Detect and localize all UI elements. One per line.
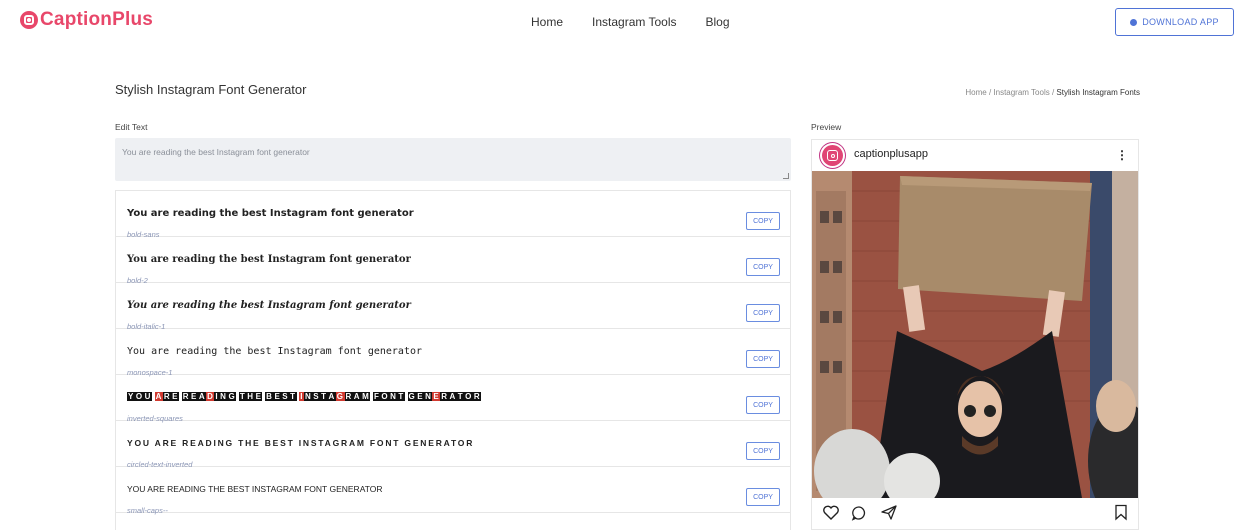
breadcrumb-current: Stylish Instagram Fonts (1056, 88, 1140, 97)
breadcrumb-home[interactable]: Home (965, 88, 986, 97)
nav-item-blog[interactable]: Blog (706, 15, 730, 29)
square-letter: R (181, 392, 191, 401)
square-letter: R (344, 392, 353, 401)
square-letter: R (162, 392, 172, 401)
resize-handle-icon[interactable] (783, 173, 789, 179)
square-letter: Y (127, 392, 135, 401)
font-result-row: You are reading the best Instagram font … (116, 283, 790, 331)
square-letter: G (407, 392, 417, 401)
post-username: captionplusapp (854, 148, 929, 160)
font-sample-text: You are reading the best Instagram font … (127, 208, 414, 219)
brand-name: CaptionPlus (40, 9, 154, 30)
square-letter: A (352, 392, 362, 401)
square-letter: A (154, 392, 163, 401)
font-result-row: You are reading the best Instagram font … (116, 191, 790, 239)
square-letter: T (397, 392, 405, 401)
font-sample-text: YOU ARE READING THE BEST INSTAGRAM FONT … (127, 438, 475, 448)
more-options-icon[interactable]: ⋮ (1116, 148, 1128, 162)
instagram-post-preview: captionplusapp ⋮ (811, 139, 1139, 530)
square-letter: E (416, 392, 425, 401)
font-sample-text: YOU ARE READING THE BEST INSTAGRAM FONT … (127, 484, 383, 494)
font-sample-text: You are reading the best Instagram font … (127, 346, 423, 357)
instagram-avatar-icon (822, 145, 843, 166)
copy-button[interactable]: COPY (746, 258, 780, 276)
preview-label: Preview (811, 122, 842, 132)
copy-button[interactable]: COPY (746, 396, 780, 414)
square-letter: E (190, 392, 198, 401)
breadcrumb-instagram-tools[interactable]: Instagram Tools (993, 88, 1049, 97)
font-sample-text: You are reading the best Instagram font … (127, 254, 411, 265)
nav-item-instagram-tools[interactable]: Instagram Tools (592, 15, 677, 29)
post-actions-bar (812, 498, 1138, 529)
square-letter: A (448, 392, 457, 401)
font-sample-text: You are reading the best Instagram font … (127, 300, 411, 311)
font-sample-text: YOU ARE READING THE BEST INSTAGRAM FONT … (127, 392, 482, 401)
copy-button[interactable]: COPY (746, 304, 780, 322)
font-result-row: You are reading the best Instagram font … (116, 329, 790, 377)
download-icon (1130, 18, 1138, 26)
copy-button[interactable]: COPY (746, 212, 780, 230)
square-letter: R (440, 392, 449, 401)
font-style-name: small-caps-- (127, 506, 168, 515)
heart-icon[interactable] (822, 505, 840, 521)
font-result-row: You are reading the best Instagram font … (116, 237, 790, 285)
brand-logo[interactable]: CaptionPlus (20, 9, 153, 31)
post-header: captionplusapp ⋮ (812, 140, 1138, 171)
square-letter: H (246, 392, 255, 401)
breadcrumb: Home / Instagram Tools / Stylish Instagr… (965, 88, 1140, 97)
copy-button[interactable]: COPY (746, 442, 780, 460)
square-letter: U (143, 392, 152, 401)
copy-button[interactable]: COPY (746, 350, 780, 368)
comment-icon[interactable] (851, 505, 867, 521)
bookmark-icon[interactable] (1114, 504, 1128, 521)
main-nav: Home Instagram Tools Blog (531, 15, 730, 29)
share-icon[interactable] (880, 504, 898, 521)
square-letter: O (464, 392, 473, 401)
instagram-logo-icon (20, 11, 38, 29)
square-letter: R (472, 392, 482, 401)
square-letter: G (227, 392, 237, 401)
nav-item-home[interactable]: Home (531, 15, 563, 29)
square-letter: E (171, 392, 179, 401)
font-results-list: You are reading the best Instagram font … (115, 190, 791, 530)
square-letter: O (380, 392, 390, 401)
square-letter: S (281, 392, 290, 401)
download-app-label: DOWNLOAD APP (1142, 17, 1219, 27)
square-letter: A (197, 392, 207, 401)
square-letter: G (335, 392, 345, 401)
square-letter: T (320, 392, 328, 401)
square-letter: T (289, 392, 297, 401)
post-image (812, 171, 1138, 498)
top-navbar: CaptionPlus Home Instagram Tools Blog DO… (0, 0, 1245, 44)
page-title: Stylish Instagram Font Generator (115, 82, 307, 97)
square-letter: S (312, 392, 321, 401)
square-letter: A (327, 392, 336, 401)
font-result-row: YOU ARE READING THE BEST INSTAGRAM FONT … (116, 421, 790, 469)
font-result-row: YOU ARE READING THE BEST INSTAGRAM FONT … (116, 467, 790, 515)
download-app-button[interactable]: DOWNLOAD APP (1115, 8, 1234, 36)
square-letter: M (361, 392, 371, 401)
font-result-row: YOU ARE READING THE BEST INSTAGRAM FONT … (116, 375, 790, 423)
edit-text-placeholder: You are reading the best Instagram font … (122, 147, 310, 157)
square-letter: O (134, 392, 144, 401)
edit-text-input[interactable]: You are reading the best Instagram font … (115, 138, 791, 181)
edit-text-label: Edit Text (115, 122, 148, 132)
copy-button[interactable]: COPY (746, 488, 780, 506)
